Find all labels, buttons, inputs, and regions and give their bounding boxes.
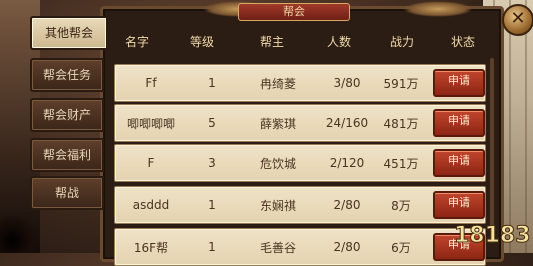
tab-other-guilds[interactable]: 其他帮会 bbox=[30, 16, 108, 50]
guild-name: 唧唧唧唧 bbox=[126, 116, 175, 131]
apply-button[interactable]: 申请 bbox=[433, 149, 485, 177]
column-header-name: 名字 bbox=[124, 34, 149, 49]
tab-guild-welfare[interactable]: 帮会福利 bbox=[30, 138, 104, 172]
apply-button[interactable]: 申请 bbox=[433, 69, 485, 97]
column-header-status: 状态 bbox=[450, 34, 475, 49]
apply-button[interactable]: 申请 bbox=[433, 109, 485, 137]
guild-power: 451万 bbox=[383, 156, 419, 171]
close-icon: ✕ bbox=[510, 8, 526, 29]
guild-level: 1 bbox=[208, 240, 216, 254]
column-header-members: 人数 bbox=[326, 34, 351, 49]
column-header-leader: 帮主 bbox=[259, 34, 284, 49]
tab-guild-tasks[interactable]: 帮会任务 bbox=[30, 58, 104, 92]
column-header-level: 等级 bbox=[189, 34, 214, 49]
guild-name: Ff bbox=[145, 76, 157, 90]
tab-guild-war[interactable]: 帮战 bbox=[30, 176, 104, 210]
guild-power: 8万 bbox=[391, 198, 411, 213]
table-row: 唧唧唧唧 5 薛紫琪 24/160 481万 申请 bbox=[114, 104, 486, 142]
tab-guild-assets[interactable]: 帮会财产 bbox=[30, 98, 104, 132]
guild-members: 24/160 bbox=[325, 116, 369, 130]
guild-power: 591万 bbox=[383, 76, 419, 91]
window-title: 帮会 bbox=[238, 3, 350, 21]
guild-members: 2/80 bbox=[333, 240, 361, 254]
table-row: F 3 危饮城 2/120 451万 申请 bbox=[114, 144, 486, 182]
guild-name: F bbox=[147, 156, 155, 170]
guild-members: 3/80 bbox=[333, 76, 361, 90]
guild-level: 1 bbox=[208, 76, 216, 90]
guild-leader: 东娴祺 bbox=[259, 198, 296, 213]
close-button[interactable]: ✕ bbox=[502, 4, 533, 36]
ink-splash-decoration bbox=[0, 213, 40, 253]
guild-leader: 冉绮菱 bbox=[259, 76, 296, 91]
table-row: Ff 1 冉绮菱 3/80 591万 申请 bbox=[114, 64, 486, 102]
guild-level: 1 bbox=[208, 198, 216, 212]
apply-button[interactable]: 申请 bbox=[433, 191, 485, 219]
column-header-power: 战力 bbox=[389, 34, 414, 49]
watermark-logo: 18183 bbox=[454, 223, 531, 249]
guild-level: 5 bbox=[208, 116, 216, 130]
table-row: asddd 1 东娴祺 2/80 8万 申请 bbox=[114, 186, 486, 224]
guild-members: 2/120 bbox=[329, 156, 365, 170]
guild-leader: 危饮城 bbox=[259, 156, 296, 171]
guild-leader: 薛紫琪 bbox=[259, 116, 296, 131]
table-row: 16F帮 1 毛善谷 2/80 6万 申请 bbox=[114, 228, 486, 266]
guild-power: 481万 bbox=[383, 116, 419, 131]
watermark-text: 18183 bbox=[454, 223, 530, 248]
header-ornament-right bbox=[403, 1, 473, 17]
guild-level: 3 bbox=[208, 156, 216, 170]
table-header: 名字 等级 帮主 人数 战力 状态 bbox=[106, 30, 492, 52]
guild-name: asddd bbox=[132, 198, 170, 212]
guild-members: 2/80 bbox=[333, 198, 361, 212]
